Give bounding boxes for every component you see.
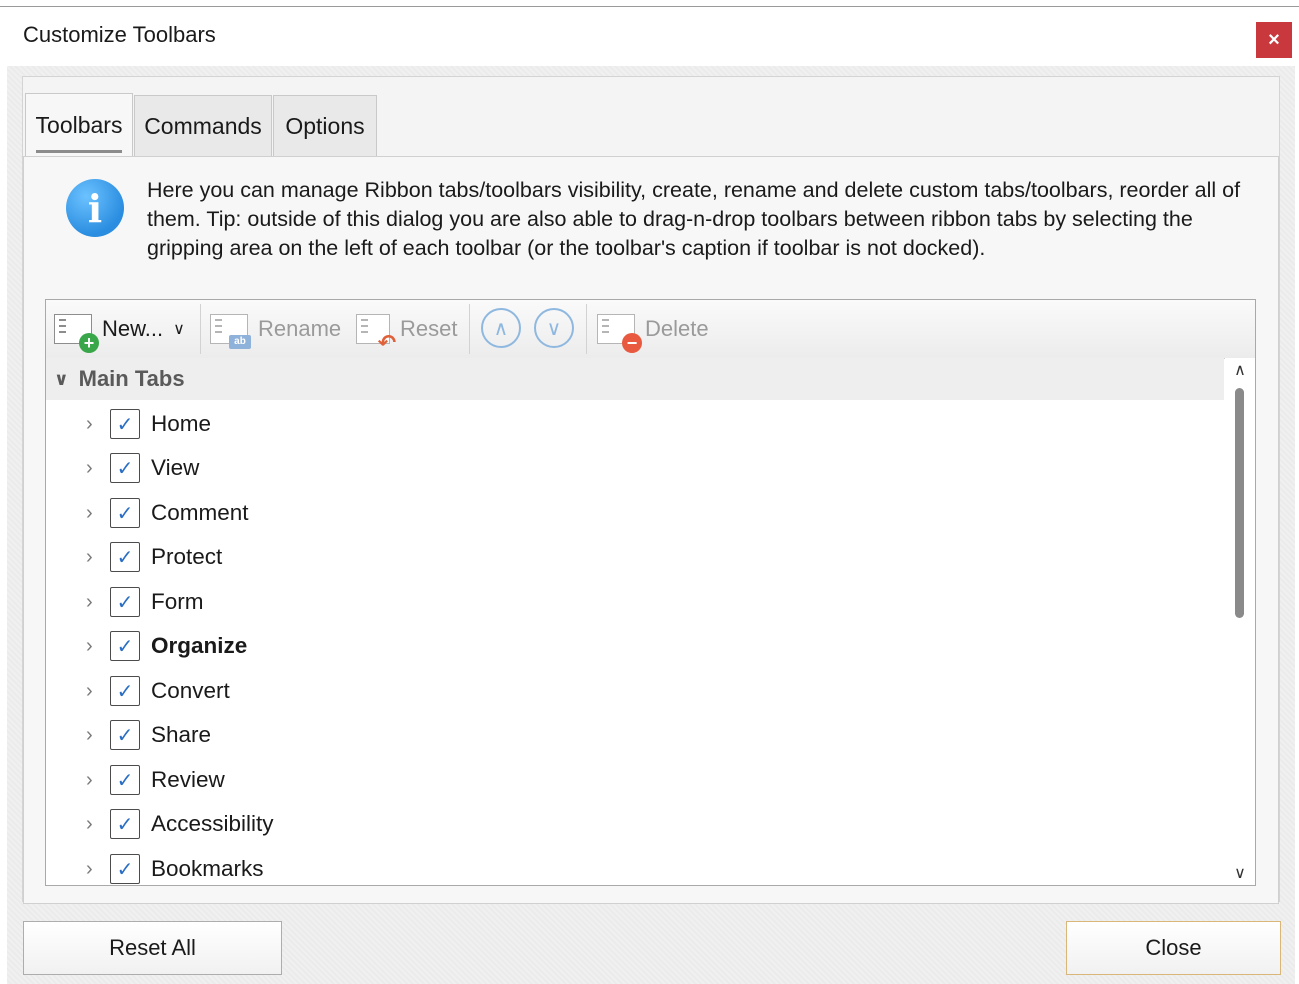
tree-group-label: Main Tabs [78,366,185,391]
info-text: Here you can manage Ribbon tabs/toolbars… [147,178,1241,260]
toolbar-separator [200,304,201,354]
expand-chevron-icon[interactable]: › [86,413,102,436]
tab-frame: Toolbars Commands Options i Here you can… [22,76,1280,904]
scroll-up-icon[interactable]: ∧ [1225,358,1255,382]
close-button[interactable]: Close [1066,921,1281,975]
tree-item-label: Comment [151,500,249,525]
tree-item-label: Protect [151,544,223,569]
window-top-border [0,0,1299,7]
checkbox[interactable]: ✓ [110,854,140,884]
toolbars-tree: + New... ∨ ab Rename ↶ Reset ∧ ∨ − Delet… [45,299,1256,886]
chevron-down-icon: ∨ [173,321,185,338]
scrollbar-thumb[interactable] [1235,388,1244,618]
expand-chevron-icon[interactable]: › [86,769,102,792]
reset-all-label: Reset All [109,935,196,960]
checkbox[interactable]: ✓ [110,809,140,839]
window-title: Customize Toolbars [23,22,216,47]
rename-button-label: Rename [258,316,342,341]
tree-item-convert[interactable]: › ✓ Convert [46,669,1224,713]
expand-chevron-icon[interactable]: › [86,724,102,747]
tree-item-protect[interactable]: › ✓ Protect [46,535,1224,579]
tree-item-label: Bookmarks [151,856,264,881]
tab-toolbars[interactable]: Toolbars [25,93,133,157]
tree-item-review[interactable]: › ✓ Review [46,758,1224,802]
reset-button[interactable]: ↶ Reset [356,300,457,358]
new-button-label: New... [102,316,164,341]
toolbar-separator [469,304,470,354]
tree-item-share[interactable]: › ✓ Share [46,713,1224,757]
tree-item-accessibility[interactable]: › ✓ Accessibility [46,802,1224,846]
move-down-button[interactable]: ∨ [534,308,574,348]
expand-chevron-icon[interactable]: › [86,858,102,881]
delete-icon: − [597,314,642,353]
checkbox[interactable]: ✓ [110,409,140,439]
reset-button-label: Reset [400,316,458,341]
move-up-button[interactable]: ∧ [481,308,521,348]
expand-chevron-icon[interactable]: › [86,591,102,614]
tree-item-comment[interactable]: › ✓ Comment [46,491,1224,535]
scroll-down-icon[interactable]: ∨ [1225,861,1255,885]
chevron-down-icon: ∨ [546,317,562,340]
checkbox[interactable]: ✓ [110,720,140,750]
tree-item-organize[interactable]: › ✓ Organize [46,624,1224,668]
active-tab-underline [36,150,122,153]
tree-item-label: Share [151,722,212,747]
tab-commands[interactable]: Commands [134,95,272,157]
tree-item-label: Organize [151,633,248,658]
chevron-down-icon: ∨ [54,368,69,389]
chevron-up-icon: ∧ [493,317,509,340]
tree-item-home[interactable]: › ✓ Home [46,402,1224,446]
close-icon: × [1268,28,1280,51]
close-button-label: Close [1145,935,1202,960]
expand-chevron-icon[interactable]: › [86,635,102,658]
tree-item-label: View [151,455,200,480]
checkbox[interactable]: ✓ [110,676,140,706]
reset-all-button[interactable]: Reset All [23,921,282,975]
checkbox[interactable]: ✓ [110,765,140,795]
expand-chevron-icon[interactable]: › [86,680,102,703]
tab-options[interactable]: Options [273,95,377,157]
window-close-button[interactable]: × [1256,22,1292,58]
toolbar-separator [586,304,587,354]
tree-toolbar: + New... ∨ ab Rename ↶ Reset ∧ ∨ − Delet… [46,300,1255,359]
tree-item-label: Convert [151,678,230,703]
tree-item-label: Accessibility [151,811,274,836]
dialog-client-area: Toolbars Commands Options i Here you can… [7,66,1295,984]
checkbox[interactable]: ✓ [110,587,140,617]
expand-chevron-icon[interactable]: › [86,546,102,569]
delete-button[interactable]: − Delete [597,300,709,358]
tree-item-label: Form [151,589,204,614]
checkbox[interactable]: ✓ [110,542,140,572]
tree-item-label: Home [151,411,212,436]
toolbars-panel: i Here you can manage Ribbon tabs/toolba… [23,156,1279,904]
expand-chevron-icon[interactable]: › [86,813,102,836]
checkbox[interactable]: ✓ [110,631,140,661]
expand-chevron-icon[interactable]: › [86,457,102,480]
title-bar: Customize Toolbars × [0,8,1299,66]
tree-item-view[interactable]: › ✓ View [46,446,1224,490]
tree-group-main-tabs[interactable]: ∨ Main Tabs [46,358,1224,400]
expand-chevron-icon[interactable]: › [86,502,102,525]
tree-item-form[interactable]: › ✓ Form [46,580,1224,624]
tab-commands-label: Commands [144,113,262,139]
tab-toolbars-label: Toolbars [35,112,123,138]
tab-options-label: Options [285,113,365,139]
delete-button-label: Delete [645,316,709,341]
rename-button[interactable]: ab Rename [210,300,341,358]
tree-scrollbar[interactable]: ∧ ∨ [1225,358,1255,885]
tree-item-label: Review [151,767,225,792]
checkbox[interactable]: ✓ [110,453,140,483]
new-button[interactable]: + New... ∨ [54,300,185,358]
new-toolbar-icon: + [54,314,99,353]
info-icon: i [66,179,124,237]
reset-icon: ↶ [356,314,396,354]
rename-icon: ab [210,314,251,349]
checkbox[interactable]: ✓ [110,498,140,528]
tree-item-bookmarks[interactable]: › ✓ Bookmarks [46,847,1224,885]
